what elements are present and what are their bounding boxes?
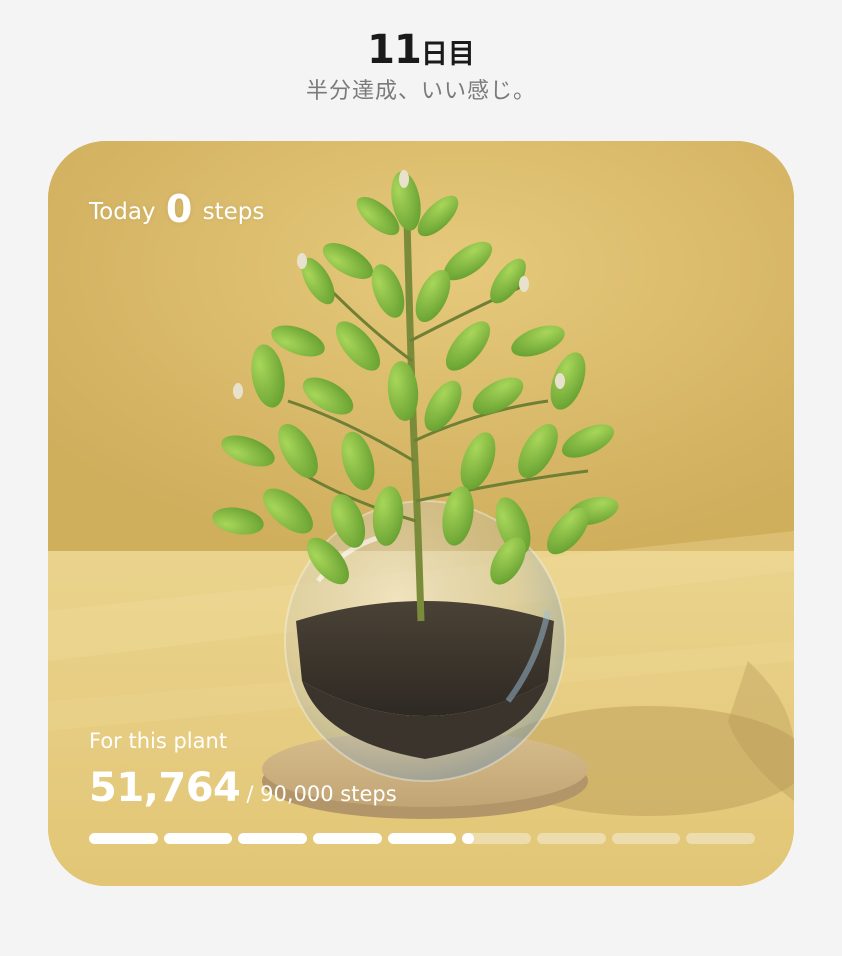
- progress-segment: [89, 833, 158, 844]
- today-steps: Today 0 steps: [89, 187, 264, 231]
- progress-segment-fill: [238, 833, 307, 844]
- plant-steps-count: 51,764: [89, 765, 241, 811]
- today-count: 0: [165, 187, 193, 231]
- plant-card[interactable]: Today 0 steps For this plant 51,764/ 90,…: [48, 141, 794, 886]
- progress-segment-fill: [163, 833, 233, 844]
- progress-segment-fill: [313, 833, 382, 844]
- progress-segment: [163, 833, 233, 844]
- today-unit: steps: [202, 199, 265, 225]
- progress-segment: [686, 833, 755, 844]
- day-number: 11: [367, 27, 422, 73]
- today-label: Today: [89, 199, 156, 225]
- progress-segment-fill: [387, 833, 457, 844]
- subtitle: 半分達成、いい感じ。: [305, 79, 536, 104]
- page: 11日目 半分達成、いい感じ。 Today 0 steps For this p…: [0, 0, 842, 956]
- progress-segment: [537, 833, 606, 844]
- day-title: 11日目: [0, 24, 842, 76]
- progress-segment: [611, 833, 681, 844]
- progress-segment: [387, 833, 457, 844]
- plant-steps-goal: / 90,000 steps: [246, 782, 397, 806]
- plant-label: For this plant: [89, 729, 228, 753]
- progress-bar: [89, 833, 755, 845]
- progress-segment-fill: [462, 833, 475, 844]
- header: 11日目 半分達成、いい感じ。: [0, 24, 842, 108]
- day-suffix: 日目: [420, 39, 475, 70]
- progress-segment: [313, 833, 382, 844]
- progress-segment: [462, 833, 531, 844]
- progress-segment: [238, 833, 307, 844]
- plant-steps: 51,764/ 90,000 steps: [89, 765, 397, 811]
- progress-segment-fill: [89, 833, 158, 844]
